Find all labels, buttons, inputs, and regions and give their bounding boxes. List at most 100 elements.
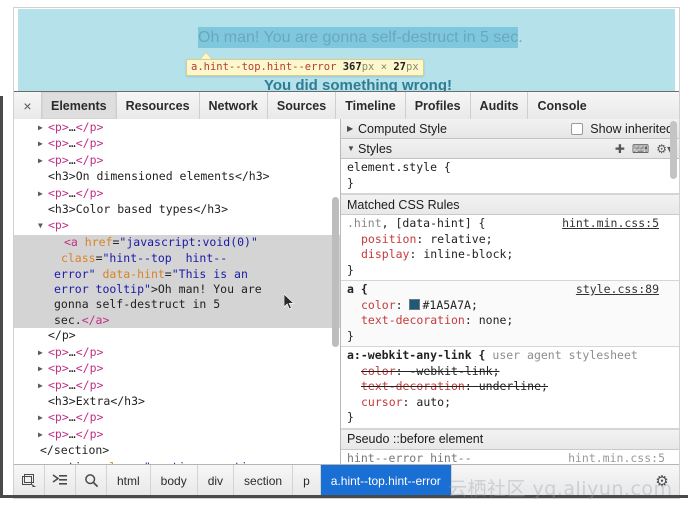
dom-node[interactable]: ▼ <p> [14, 218, 340, 234]
css-declaration[interactable]: cursor: auto; [347, 395, 673, 411]
dom-node[interactable]: ▶ <p>…</p> [14, 153, 340, 169]
dom-token-tag: </p> [75, 185, 104, 200]
pseudo-rule-origin[interactable]: hint.min.css:5 [568, 451, 665, 466]
chevron-right-icon[interactable]: ▶ [38, 410, 48, 425]
dom-tree-scrollbar[interactable] [332, 197, 339, 347]
breadcrumb-item-html[interactable]: html [107, 465, 151, 496]
dom-node[interactable]: </section> [14, 443, 340, 459]
dom-node[interactable]: <h3>Extra</h3> [14, 394, 340, 410]
chevron-right-icon[interactable]: ▶ [38, 427, 48, 442]
css-rule[interactable]: a {style.css:89 color: #1A5A7A; text-decor… [341, 281, 679, 347]
tab-sources[interactable]: Sources [266, 92, 335, 119]
tab-audits[interactable]: Audits [469, 92, 528, 119]
tab-resources[interactable]: Resources [115, 92, 199, 119]
element-state-icon[interactable]: ⌨ [632, 143, 649, 155]
dom-node-selected[interactable]: <a href="javascript:void(0)" class="hint… [14, 234, 340, 329]
dom-token-tag: <a [64, 234, 85, 249]
css-property-value: -webkit-link; [409, 363, 500, 378]
dom-token-tag: <p> [48, 120, 69, 134]
dom-token-tag: </p> [75, 361, 104, 376]
chevron-right-icon[interactable]: ▶ [38, 120, 48, 135]
dom-node[interactable]: <h3>On dimensioned elements</h3> [14, 169, 340, 185]
chevron-right-icon[interactable]: ▶ [38, 345, 48, 360]
css-declaration[interactable]: position: relative; [347, 232, 673, 248]
dom-node[interactable]: ▶ <p>…</p> [14, 361, 340, 377]
pseudo-before-rule[interactable]: hint--error hint-- hint.min.css:5 [341, 450, 679, 466]
tab-console[interactable]: Console [527, 92, 595, 119]
dom-token-tag: </p> [75, 377, 104, 392]
breadcrumb-item-div[interactable]: div [198, 465, 235, 496]
dom-token-punct: <h3> [48, 393, 76, 408]
dom-tree-pane: ▶ <p>…</p> ▶ <p>…</p> ▶ <p>…</p> <h3>On dimen… [14, 119, 341, 465]
styles-header[interactable]: ▼ Styles ✚ ⌨ ⚙▾ [341, 139, 679, 159]
dom-node[interactable]: ▶ <p>…</p> [14, 186, 340, 202]
page-error-text: You did something wrong! [263, 77, 453, 91]
show-inherited-checkbox[interactable] [571, 122, 584, 135]
hint-tooltip-link[interactable]: Oh man! You are gonna self-destruct in 5… [198, 27, 523, 48]
css-property-name: position [361, 231, 417, 246]
dom-token-tag: </a> [81, 312, 110, 327]
tab-profiles[interactable]: Profiles [404, 92, 470, 119]
dom-token-val: "javascript:void(0)" [119, 234, 258, 249]
dom-token-tag: </p> [75, 152, 104, 167]
search-icon[interactable] [76, 465, 107, 496]
dom-token-punct: <h3> [48, 169, 76, 184]
dom-token-attr: class [60, 251, 96, 266]
breadcrumb-item-p[interactable]: p [293, 465, 321, 496]
element-style-rule[interactable]: element.style { } [341, 159, 679, 194]
dom-node[interactable]: ▶ <p>…</p> [14, 120, 340, 136]
css-rule[interactable]: .hint, [data-hint] {hint.min.css:5 positi… [341, 215, 679, 281]
tab-elements[interactable]: Elements [41, 92, 116, 119]
dom-token-tag: </p> [75, 410, 104, 425]
dom-node[interactable]: ▶ <p>…</p> [14, 427, 340, 443]
dom-node[interactable]: ▶ <p>…</p> [14, 378, 340, 394]
css-rule-close: } [347, 328, 354, 343]
dom-token-tag: </p> [75, 120, 104, 134]
dom-node[interactable]: </p> [14, 328, 340, 344]
chevron-right-icon[interactable]: ▶ [38, 136, 48, 151]
close-icon[interactable]: × [14, 92, 41, 119]
inspect-element-icon[interactable] [14, 465, 45, 496]
color-swatch[interactable] [409, 298, 421, 310]
dom-token-punct: </h3> [234, 169, 270, 184]
chevron-down-icon[interactable]: ▼ [38, 218, 48, 233]
css-declaration[interactable]: text-decoration: none; [347, 313, 673, 329]
css-property-value: auto; [416, 394, 452, 409]
css-colon: : [402, 394, 417, 409]
css-declaration[interactable]: display: inline-block; [347, 247, 673, 263]
css-colon: : [395, 363, 410, 378]
dom-node[interactable]: ▶ <p>…</p> [14, 410, 340, 426]
tab-timeline[interactable]: Timeline [335, 92, 404, 119]
css-rule[interactable]: a:-webkit-any-link { user agent styleshe… [341, 347, 679, 429]
dom-tree[interactable]: ▶ <p>…</p> ▶ <p>…</p> ▶ <p>…</p> <h3>On dimen… [14, 119, 340, 465]
dom-token-tag: <p> [48, 410, 69, 425]
css-declaration[interactable]: color: #1A5A7A; [347, 298, 673, 314]
dom-token-tag: <p> [48, 152, 69, 167]
dom-node[interactable]: <h3>Color based types</h3> [14, 202, 340, 218]
styles-pane-scrollbar[interactable] [670, 121, 677, 179]
plus-icon[interactable]: ✚ [615, 143, 625, 155]
dom-token-txt: … [68, 361, 76, 376]
css-declaration[interactable]: color: -webkit-link; [347, 364, 673, 380]
css-rule-origin-link[interactable]: style.css:89 [576, 282, 659, 298]
gear-icon[interactable]: ⚙ [645, 465, 679, 496]
css-rule-origin-link[interactable]: hint.min.css:5 [562, 216, 659, 232]
chevron-right-icon[interactable]: ▶ [38, 361, 48, 376]
chevron-right-icon[interactable]: ▶ [38, 153, 48, 168]
dom-node[interactable]: ▶ <p>…</p> [14, 136, 340, 152]
chevron-right-icon[interactable]: ▶ [38, 378, 48, 393]
tab-network[interactable]: Network [198, 92, 267, 119]
computed-style-header[interactable]: ▶ Computed Style Show inherited [341, 119, 679, 139]
inspect-badge-width: 367 [342, 61, 362, 73]
breadcrumb-item-section[interactable]: section [234, 465, 294, 496]
chevron-right-icon[interactable]: ▶ [38, 186, 48, 201]
breadcrumb-item-body[interactable]: body [151, 465, 198, 496]
css-declaration[interactable]: text-decoration: underline; [347, 379, 673, 395]
css-rule-close: } [347, 262, 354, 277]
show-inherited-label[interactable]: Show inherited [590, 122, 673, 136]
dom-token-txt: … [68, 152, 76, 167]
dock-to-side-icon[interactable] [45, 465, 76, 496]
breadcrumb-item-active[interactable]: a.hint--top.hint--error [320, 465, 452, 496]
dom-node[interactable]: ▶ <p>…</p> [14, 345, 340, 361]
dom-token-punct: </section> [40, 443, 110, 458]
